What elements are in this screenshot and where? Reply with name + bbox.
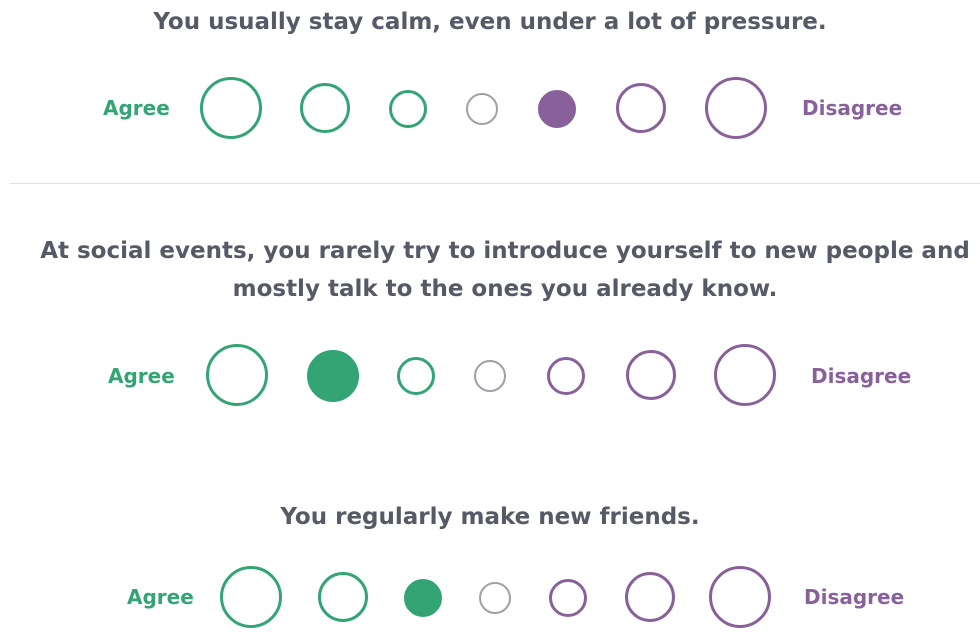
agree-label: Agree [103, 96, 170, 120]
option-neutral[interactable] [479, 582, 511, 614]
option-strongly-disagree[interactable] [705, 77, 767, 139]
disagree-label: Disagree [804, 585, 905, 609]
option-slightly-disagree[interactable] [549, 579, 587, 617]
option-disagree[interactable] [626, 350, 676, 400]
option-slightly-disagree[interactable] [538, 90, 576, 128]
option-disagree[interactable] [616, 83, 666, 133]
option-strongly-disagree[interactable] [709, 566, 771, 628]
option-agree[interactable] [318, 572, 368, 622]
question-3-scale: Agree Disagree [0, 562, 980, 632]
question-3-text: You regularly make new friends. [280, 504, 700, 530]
option-strongly-disagree[interactable] [714, 344, 776, 406]
question-1-text: You usually stay calm, even under a lot … [153, 9, 827, 35]
agree-label: Agree [127, 585, 194, 609]
option-slightly-agree[interactable] [397, 357, 435, 395]
option-agree[interactable] [307, 350, 359, 402]
disagree-label: Disagree [811, 364, 912, 388]
option-strongly-agree[interactable] [220, 566, 282, 628]
option-disagree[interactable] [625, 572, 675, 622]
disagree-label: Disagree [802, 96, 903, 120]
question-2-text: At social events, you rarely try to intr… [40, 238, 970, 302]
option-slightly-agree[interactable] [389, 90, 427, 128]
option-strongly-agree[interactable] [206, 344, 268, 406]
option-neutral[interactable] [474, 360, 506, 392]
option-slightly-disagree[interactable] [547, 357, 585, 395]
option-agree[interactable] [300, 83, 350, 133]
question-1-scale: Agree Disagree [0, 73, 980, 143]
question-2-scale: Agree Disagree [0, 340, 980, 410]
option-neutral[interactable] [466, 93, 498, 125]
divider [10, 183, 980, 184]
option-slightly-agree[interactable] [404, 579, 442, 617]
option-strongly-agree[interactable] [200, 77, 262, 139]
agree-label: Agree [108, 364, 175, 388]
